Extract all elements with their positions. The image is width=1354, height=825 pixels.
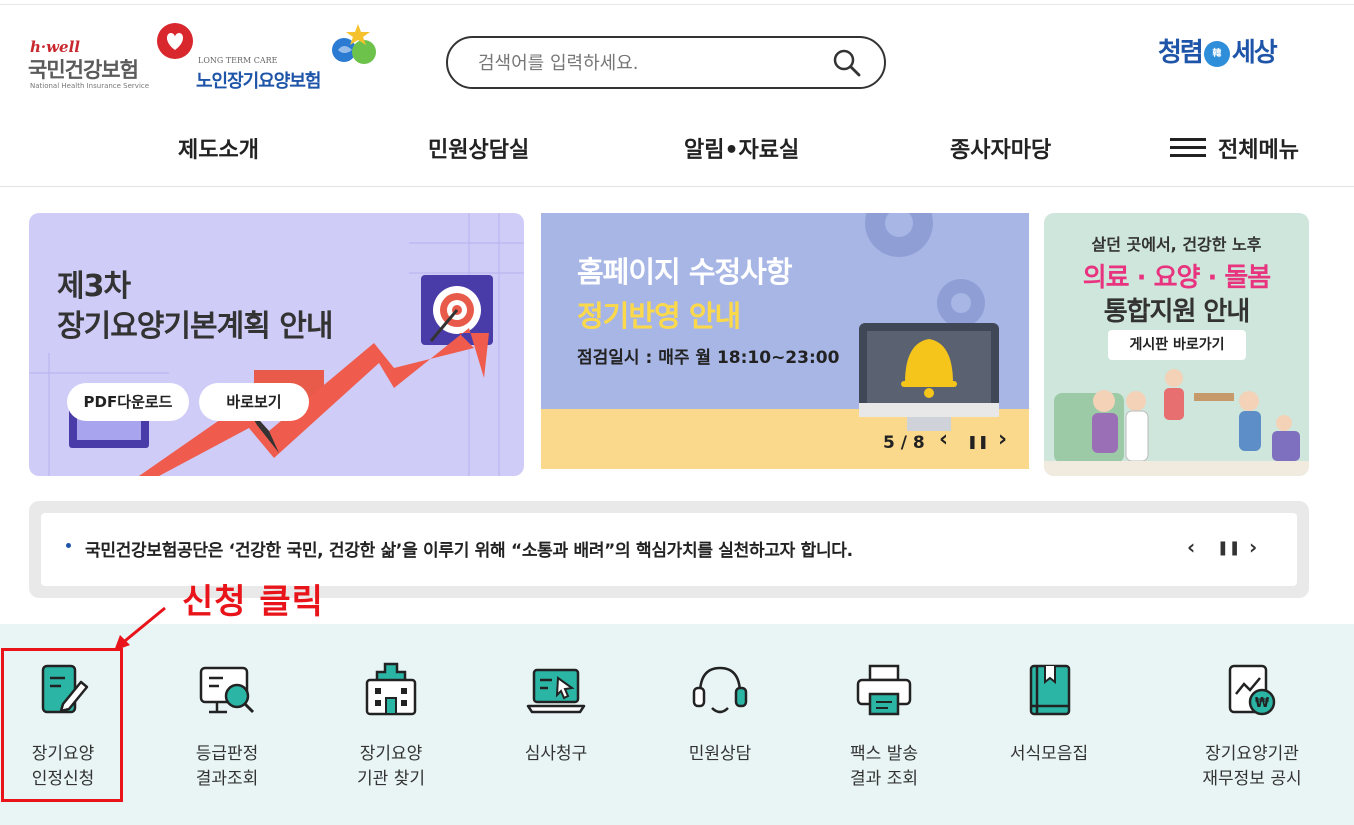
quick-label: 장기요양 기관 찾기: [357, 744, 425, 789]
clean-logo-mark: 韓: [1203, 40, 1230, 67]
notice-text[interactable]: 국민건강보험공단은 ‘건강한 국민, 건강한 삶’을 이루기 위해 “소통과 배…: [85, 536, 853, 561]
bullet-icon: [66, 543, 71, 548]
banner1-title: 제3차 장기요양기본계획 안내: [57, 267, 333, 347]
banner3-line3: 통합지원 안내: [1103, 297, 1251, 327]
view-button[interactable]: 바로보기: [199, 383, 309, 421]
quick-label: 서식모음집: [1009, 744, 1089, 764]
nav-civil-counsel[interactable]: 민원상담실: [428, 132, 529, 164]
nav-notice-data[interactable]: 알림•자료실: [684, 132, 799, 164]
search-icon[interactable]: [832, 48, 862, 78]
click-annotation: 신청 클릭: [182, 582, 324, 622]
ltc-tagline: LONG TERM CARE: [198, 56, 278, 65]
search-input[interactable]: [478, 50, 818, 76]
header-divider: [0, 186, 1354, 187]
banner1-line2: 장기요양기본계획 안내: [57, 309, 333, 344]
quick-label: 팩스 발송 결과 조회: [850, 744, 918, 789]
top-divider: [0, 4, 1354, 5]
quick-label: 등급판정 결과조회: [195, 744, 259, 789]
banner-next-icon[interactable]: ›: [998, 427, 1007, 452]
finance-document-icon: ₩: [1228, 664, 1276, 716]
quick-find-facility[interactable]: 장기요양 기관 찾기: [316, 624, 466, 804]
svg-text:₩: ₩: [1255, 696, 1270, 711]
all-menu-label: 전체메뉴: [1218, 138, 1299, 163]
heart-logo-icon: [157, 23, 193, 59]
monitor-search-icon: [199, 666, 255, 714]
quick-form-collection[interactable]: 서식모음집: [974, 624, 1124, 804]
notice-next-icon[interactable]: ›: [1249, 535, 1257, 559]
quick-label: 심사청구: [524, 744, 588, 764]
quick-facility-finance[interactable]: ₩ 장기요양기관 재무정보 공시: [1177, 624, 1327, 804]
nhis-logo[interactable]: h·well 국민건강보험 National Health Insurance …: [28, 22, 198, 94]
nav-system-intro[interactable]: 제도소개: [178, 132, 259, 164]
banner2-schedule: 점검일시 : 매주 월 18:10~23:00: [577, 348, 840, 368]
annotation-highlight-box: [1, 648, 123, 802]
notice-pause-icon[interactable]: ❚❚: [1217, 540, 1240, 556]
quick-review-claim[interactable]: 심사청구: [481, 624, 631, 804]
hamburger-icon: [1170, 138, 1206, 158]
clean-logo-right: 세상: [1231, 38, 1278, 68]
banner-pager: 5 / 8: [883, 433, 925, 453]
nhis-english-name: National Health Insurance Service: [30, 82, 150, 90]
board-shortcut-button[interactable]: 게시판 바로가기: [1108, 330, 1246, 360]
quick-civil-counsel[interactable]: 민원상담: [645, 624, 795, 804]
star-logo-icon: [332, 24, 376, 64]
clean-world-logo[interactable]: 청렴 韓 세상: [1158, 32, 1310, 72]
nav-worker-square[interactable]: 종사자마당: [950, 132, 1051, 164]
banner-integrated-care[interactable]: 살던 곳에서, 건강한 노후 의료 · 요양 · 돌봄 통합지원 안내 게시판 …: [1044, 213, 1309, 476]
notice-prev-icon[interactable]: ‹: [1187, 535, 1195, 559]
banner-pause-icon[interactable]: ❚❚: [967, 435, 989, 450]
quick-label: 장기요양기관 재무정보 공시: [1202, 744, 1302, 789]
quick-fax-result[interactable]: 팩스 발송 결과 조회: [809, 624, 959, 804]
banner-prev-icon[interactable]: ‹: [939, 427, 948, 452]
ltc-logo[interactable]: LONG TERM CARE 노인장기요양보험: [196, 22, 386, 94]
headset-icon: [692, 666, 748, 714]
banner3-line2: 의료 · 요양 · 돌봄: [1082, 263, 1271, 293]
search-box: [446, 36, 886, 89]
pdf-download-button[interactable]: PDF다운로드: [67, 383, 189, 421]
printer-icon: [856, 664, 912, 716]
quick-grade-result[interactable]: 등급판정 결과조회: [152, 624, 302, 804]
banner2-line2: 정기반영 안내: [577, 299, 741, 333]
banner1-line1: 제3차: [57, 269, 131, 304]
banner2-line1: 홈페이지 수정사항: [577, 255, 793, 289]
hospital-icon: [365, 662, 417, 716]
laptop-cursor-icon: [526, 668, 586, 714]
banner-site-maintenance[interactable]: 홈페이지 수정사항 정기반영 안내 점검일시 : 매주 월 18:10~23:0…: [541, 213, 1029, 469]
ltc-name: 노인장기요양보험: [196, 71, 321, 92]
quick-label: 민원상담: [688, 744, 752, 764]
quick-menu: 장기요양 인정신청 등급판정 결과조회 장기요양 기관 찾기 심사청구 민원상담…: [0, 624, 1354, 825]
nhis-name: 국민건강보험: [28, 58, 139, 82]
banner3-line1: 살던 곳에서, 건강한 노후: [1091, 235, 1262, 254]
banner-ltc-plan[interactable]: 제3차 장기요양기본계획 안내 PDF다운로드 바로보기: [29, 213, 524, 476]
book-icon: [1029, 664, 1071, 716]
clean-logo-left: 청렴: [1158, 38, 1204, 68]
